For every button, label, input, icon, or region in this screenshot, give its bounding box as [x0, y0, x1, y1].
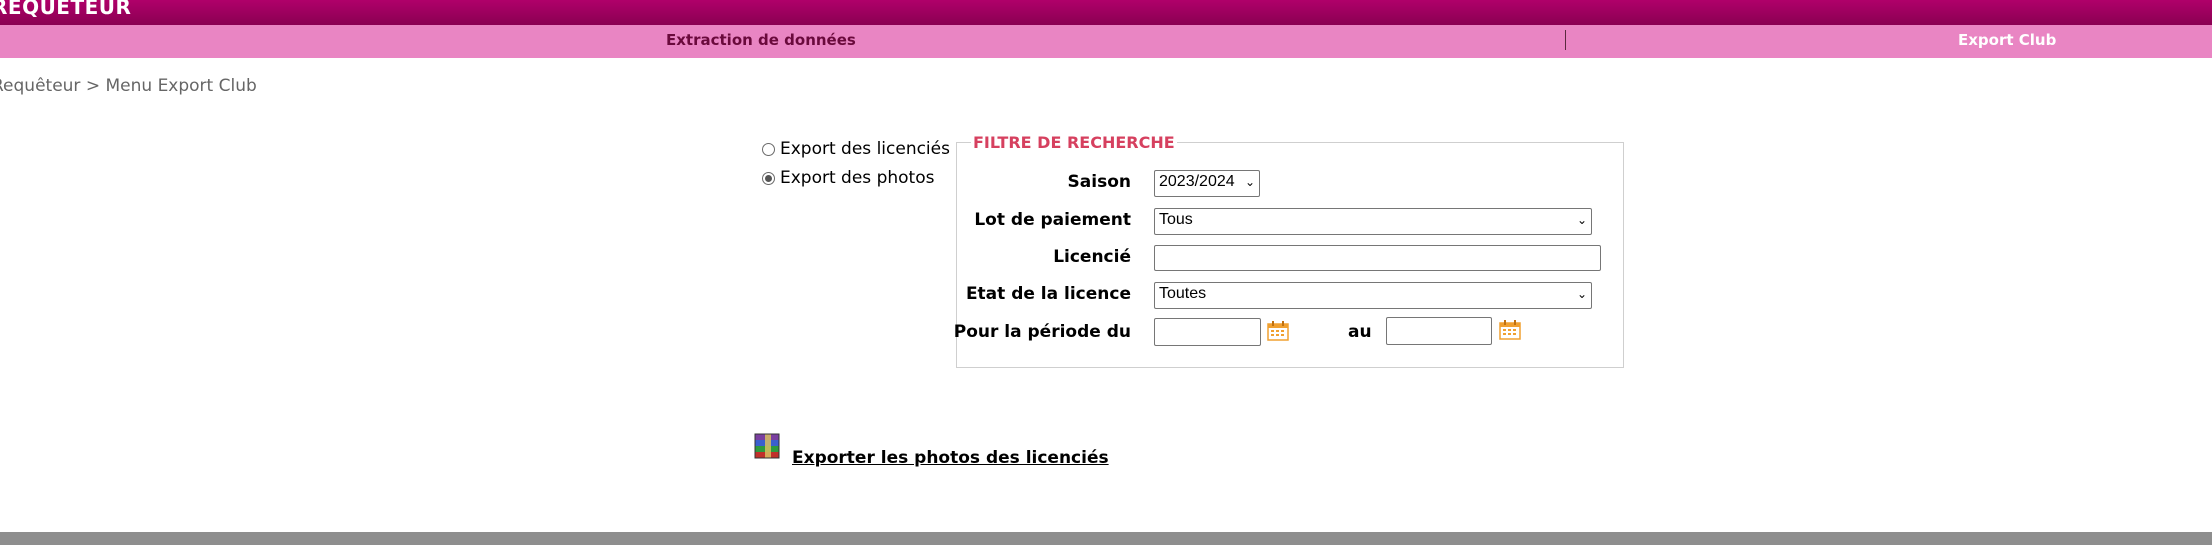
chevron-down-icon: ⌄ [1576, 287, 1587, 301]
saison-select-value: 2023/2024 [1159, 173, 1235, 190]
export-photos-radio[interactable] [762, 171, 775, 185]
footer-bar [0, 532, 2212, 545]
breadcrumb-parent[interactable]: Requêteur [0, 76, 80, 96]
breadcrumb: Requêteur > Menu Export Club [0, 76, 257, 96]
etat-licence-select-value: Toutes [1159, 285, 1207, 302]
main-menu: Extraction de données Export Club [0, 25, 2212, 58]
etat-licence-label: Etat de la licence [965, 284, 1131, 304]
lot-paiement-select-value: Tous [1159, 211, 1193, 228]
breadcrumb-separator: > [85, 76, 101, 96]
periode-label: Pour la période du [953, 322, 1131, 342]
app-title: REQUETEUR [0, 0, 132, 19]
chevron-down-icon: ⌄ [1576, 213, 1587, 227]
export-licencies-radio[interactable] [762, 142, 775, 156]
licencie-input[interactable] [1154, 245, 1601, 271]
saison-label: Saison [1067, 172, 1131, 192]
app-header: REQUETEUR [0, 0, 2212, 25]
menu-separator [1565, 30, 1566, 50]
saison-select[interactable]: 2023/2024 ⌄ [1154, 170, 1260, 197]
etat-licence-select[interactable]: Toutes ⌄ [1154, 282, 1592, 309]
export-licencies-option[interactable]: Export des licenciés [762, 139, 950, 159]
lot-paiement-label: Lot de paiement [974, 210, 1131, 230]
chevron-down-icon: ⌄ [1244, 175, 1255, 189]
licencie-label: Licencié [1053, 247, 1131, 267]
calendar-icon[interactable] [1267, 321, 1289, 341]
filter-legend: FILTRE DE RECHERCHE [971, 133, 1177, 152]
calendar-icon[interactable] [1499, 320, 1521, 340]
export-photos-link[interactable]: Exporter les photos des licenciés [792, 448, 1109, 468]
menu-item-extraction[interactable]: Extraction de données [666, 31, 856, 49]
periode-from-input[interactable] [1154, 318, 1261, 346]
winrar-archive-icon[interactable] [753, 433, 783, 460]
periode-to-input[interactable] [1386, 317, 1492, 345]
breadcrumb-current: Menu Export Club [105, 76, 257, 96]
periode-to-label: au [1348, 322, 1372, 342]
export-licencies-label: Export des licenciés [780, 139, 950, 159]
lot-paiement-select[interactable]: Tous ⌄ [1154, 208, 1592, 235]
menu-item-export-club[interactable]: Export Club [1958, 31, 2056, 49]
